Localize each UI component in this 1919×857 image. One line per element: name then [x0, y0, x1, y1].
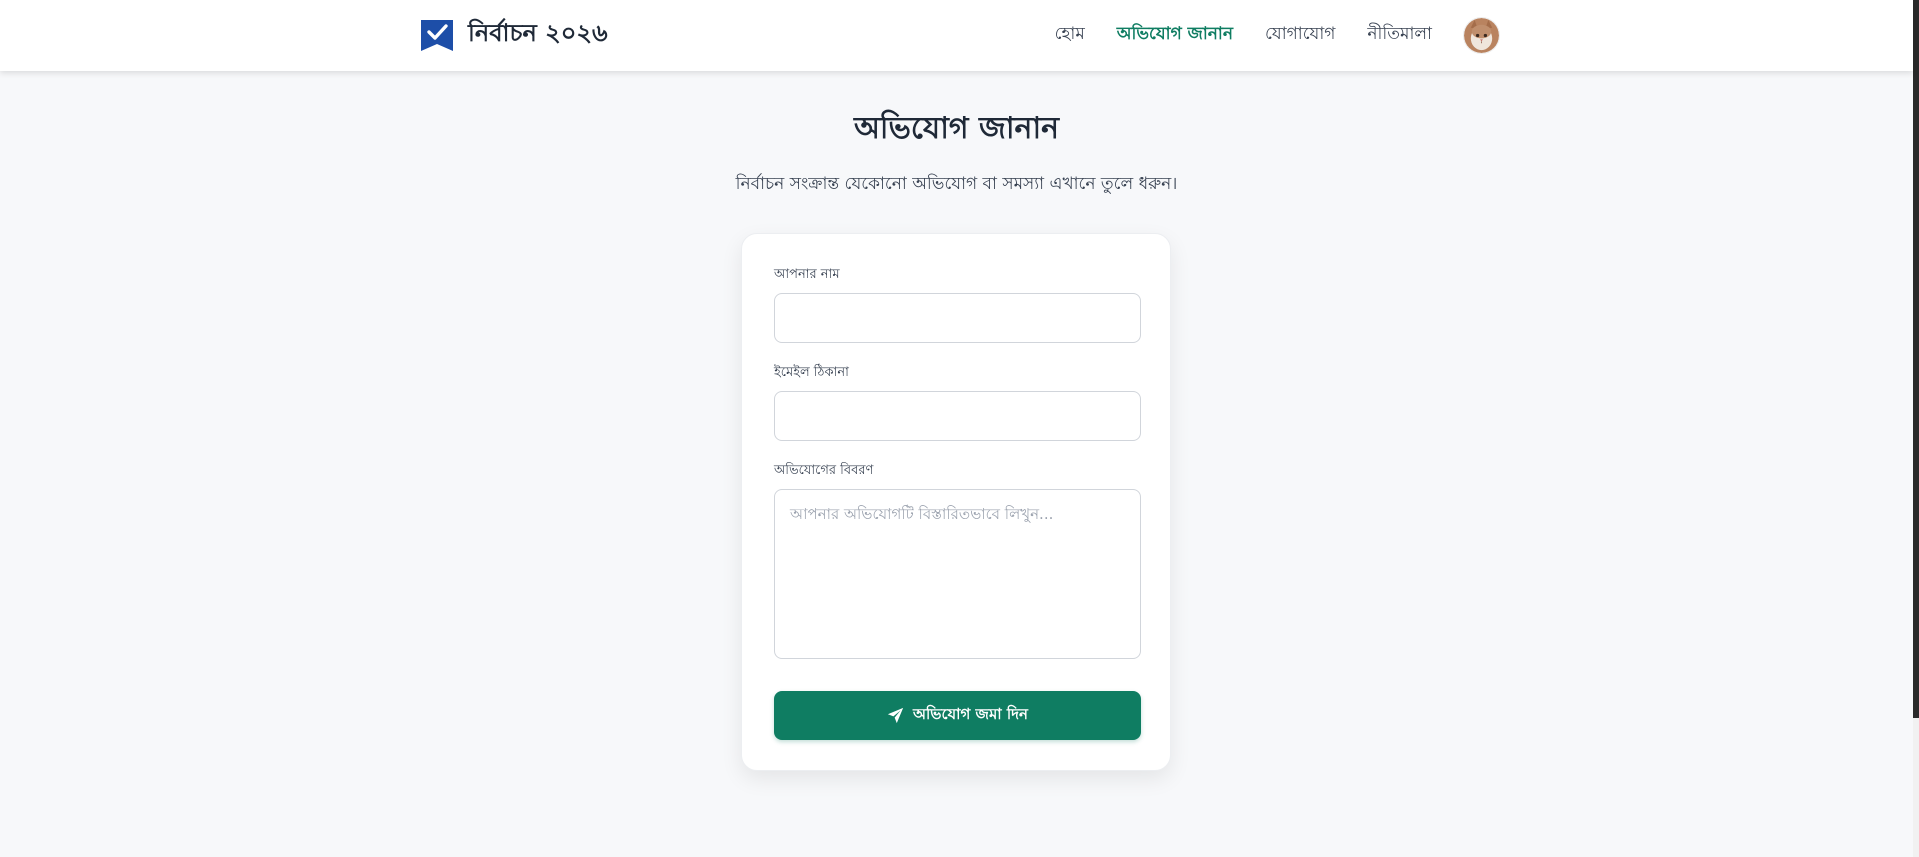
user-avatar-icon[interactable]	[1464, 17, 1499, 53]
brand-title: নির্বাচন ২০২৬	[468, 19, 608, 47]
nav-link-policy[interactable]: নীতিমালা	[1367, 21, 1432, 49]
complaint-form-card: আপনার নাম ইমেইল ঠিকানা অভিযোগের বিবরণ অভ…	[741, 233, 1171, 771]
submit-complaint-button[interactable]: অভিযোগ জমা দিন	[774, 691, 1141, 740]
ballot-check-icon	[421, 20, 453, 51]
top-navbar: নির্বাচন ২০২৬ হোম অভিযোগ জানান যোগাযোগ ন…	[0, 0, 1913, 71]
name-field-label: আপনার নাম	[774, 267, 840, 282]
name-input[interactable]	[774, 293, 1141, 343]
nav-link-complaint[interactable]: অভিযোগ জানান	[1117, 21, 1233, 49]
scrollbar-thumb[interactable]	[1913, 0, 1919, 718]
page-title: অভিযোগ জানান	[853, 111, 1060, 146]
details-field-label: অভিযোগের বিবরণ	[774, 463, 874, 478]
details-textarea[interactable]	[774, 489, 1141, 659]
brand[interactable]: নির্বাচন ২০২৬	[419, 16, 608, 54]
nav-link-home[interactable]: হোম	[1055, 21, 1085, 49]
email-field-label: ইমেইল ঠিকানা	[774, 365, 849, 380]
main-nav: হোম অভিযোগ জানান যোগাযোগ নীতিমালা	[1023, 16, 1499, 54]
page-scrollbar[interactable]	[1913, 0, 1919, 857]
page-subtitle: নির্বাচন সংক্রান্ত যেকোনো অভিযোগ বা সমস্…	[735, 174, 1178, 194]
nav-link-contact[interactable]: যোগাযোগ	[1265, 21, 1335, 49]
email-input[interactable]	[774, 391, 1141, 441]
paper-plane-icon	[887, 707, 904, 724]
submit-button-label: অভিযোগ জমা দিন	[913, 705, 1028, 723]
